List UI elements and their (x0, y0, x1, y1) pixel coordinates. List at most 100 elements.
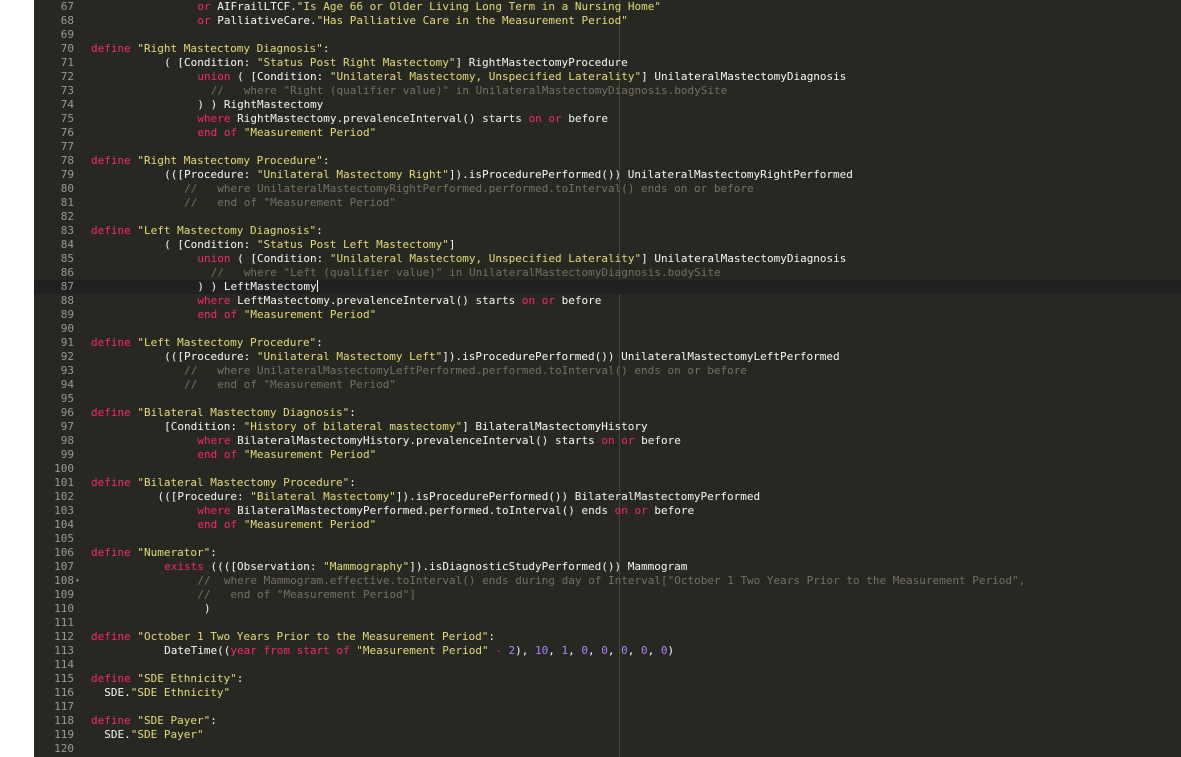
code-text[interactable]: define "Left Mastectomy Diagnosis": (91, 224, 323, 238)
code-line[interactable]: 67 or AIFrailLTCF."Is Age 66 or Older Liv… (34, 0, 1181, 14)
code-text[interactable]: end of "Measurement Period" (197, 126, 376, 140)
code-text[interactable]: // where UnilateralMastectomyRightPerfor… (184, 182, 754, 196)
code-line[interactable]: 108 ▾ // where Mammogram.effective.toInter… (34, 574, 1181, 588)
code-line[interactable]: 97 [Condition: "History of bilateral mast… (34, 420, 1181, 434)
code-text[interactable]: ) ) RightMastectomy (197, 98, 323, 112)
code-text[interactable]: where BilateralMastectomyHistory.prevale… (197, 434, 680, 448)
code-text[interactable]: (([Procedure: "Unilateral Mastectomy Rig… (164, 168, 853, 182)
code-text[interactable]: where LeftMastectomy.prevalenceInterval(… (197, 294, 601, 308)
code-line[interactable]: 100 (34, 462, 1181, 476)
code-text[interactable]: define "Left Mastectomy Procedure": (91, 336, 323, 350)
code-line[interactable]: 113 DateTime((year from start of "Measure… (34, 644, 1181, 658)
code-line[interactable]: 92 (([Procedure: "Unilateral Mastectomy L… (34, 350, 1181, 364)
code-line[interactable]: 87) ) LeftMastectomy (34, 280, 1181, 294)
code-area[interactable]: 67 or AIFrailLTCF."Is Age 66 or Older Liv… (34, 0, 1181, 757)
code-text[interactable]: define "Right Mastectomy Procedure": (91, 154, 329, 168)
code-line[interactable]: 78 define "Right Mastectomy Procedure": (34, 154, 1181, 168)
code-line[interactable]: 120 (34, 742, 1181, 756)
code-text[interactable]: end of "Measurement Period" (197, 518, 376, 532)
code-text[interactable]: // where UnilateralMastectomyLeftPerform… (184, 364, 747, 378)
code-text[interactable]: SDE."SDE Payer" (104, 728, 203, 742)
code-text[interactable]: // end of "Measurement Period"] (197, 588, 416, 602)
code-text[interactable]: define "October 1 Two Years Prior to the… (91, 630, 495, 644)
code-text[interactable]: define "Numerator": (91, 546, 217, 560)
code-text[interactable]: define "Right Mastectomy Diagnosis": (91, 42, 329, 56)
code-text[interactable]: SDE."SDE Ethnicity" (104, 686, 230, 700)
code-text[interactable]: union ( [Condition: "Unilateral Mastecto… (197, 252, 846, 266)
code-line[interactable]: 101 define "Bilateral Mastectomy Procedur… (34, 476, 1181, 490)
code-line[interactable]: 71 ( [Condition: "Status Post Right Maste… (34, 56, 1181, 70)
code-line[interactable]: 77 (34, 140, 1181, 154)
code-text[interactable]: DateTime((year from start of "Measuremen… (164, 644, 674, 658)
code-text[interactable]: define "SDE Payer": (91, 714, 217, 728)
code-line[interactable]: 96 define "Bilateral Mastectomy Diagnosis… (34, 406, 1181, 420)
code-line[interactable]: 94 // end of "Measurement Period" (34, 378, 1181, 392)
code-text[interactable]: // end of "Measurement Period" (184, 378, 396, 392)
code-line[interactable]: 81 // end of "Measurement Period" (34, 196, 1181, 210)
code-text[interactable]: end of "Measurement Period" (197, 308, 376, 322)
code-line[interactable]: 79 (([Procedure: "Unilateral Mastectomy R… (34, 168, 1181, 182)
code-text[interactable]: // where "Left (qualifier value)" in Uni… (211, 266, 721, 280)
code-text[interactable]: or AIFrailLTCF."Is Age 66 or Older Livin… (197, 0, 661, 14)
fold-toggle-icon[interactable]: ▾ (75, 574, 83, 588)
code-line[interactable]: 103 where BilateralMastectomyPerformed.pe… (34, 504, 1181, 518)
code-line[interactable]: 74) ) RightMastectomy (34, 98, 1181, 112)
code-text[interactable]: union ( [Condition: "Unilateral Mastecto… (197, 70, 846, 84)
code-line[interactable]: 99 end of "Measurement Period" (34, 448, 1181, 462)
code-text[interactable]: ( [Condition: "Status Post Left Mastecto… (164, 238, 455, 252)
code-line[interactable]: 89 end of "Measurement Period" (34, 308, 1181, 322)
code-line[interactable]: 105 (34, 532, 1181, 546)
code-text[interactable]: (([Procedure: "Unilateral Mastectomy Lef… (164, 350, 840, 364)
code-line[interactable]: 72 union ( [Condition: "Unilateral Mastec… (34, 70, 1181, 84)
code-line[interactable]: 104 end of "Measurement Period" (34, 518, 1181, 532)
code-text[interactable]: ( [Condition: "Status Post Right Mastect… (164, 56, 628, 70)
code-line[interactable]: 85 union ( [Condition: "Unilateral Mastec… (34, 252, 1181, 266)
code-line[interactable]: 115 define "SDE Ethnicity": (34, 672, 1181, 686)
code-text[interactable]: [Condition: "History of bilateral mastec… (164, 420, 647, 434)
code-text[interactable]: // where Mammogram.effective.toInterval(… (197, 574, 1025, 588)
code-line[interactable]: 109 // end of "Measurement Period"] (34, 588, 1181, 602)
code-text[interactable]: (([Procedure: "Bilateral Mastectomy"]).i… (158, 490, 761, 504)
code-line[interactable]: 116 SDE."SDE Ethnicity" (34, 686, 1181, 700)
code-line[interactable]: 112 define "October 1 Two Years Prior to … (34, 630, 1181, 644)
code-text[interactable]: ) (204, 602, 211, 616)
code-line[interactable]: 106 define "Numerator": (34, 546, 1181, 560)
code-text[interactable]: // end of "Measurement Period" (184, 196, 396, 210)
code-text[interactable]: // where "Right (qualifier value)" in Un… (211, 84, 728, 98)
code-line[interactable]: 110) (34, 602, 1181, 616)
code-line[interactable]: 68 or PalliativeCare."Has Palliative Care… (34, 14, 1181, 28)
code-editor[interactable]: 67 or AIFrailLTCF."Is Age 66 or Older Liv… (0, 0, 1181, 757)
code-text[interactable]: or PalliativeCare."Has Palliative Care i… (197, 14, 627, 28)
code-text[interactable]: where RightMastectomy.prevalenceInterval… (197, 112, 608, 126)
code-text[interactable]: ) ) LeftMastectomy (197, 280, 318, 294)
code-line[interactable]: 90 (34, 322, 1181, 336)
code-text[interactable]: define "SDE Ethnicity": (91, 672, 243, 686)
code-line[interactable]: 114 (34, 658, 1181, 672)
code-line[interactable]: 73 // where "Right (qualifier value)" in … (34, 84, 1181, 98)
code-text[interactable]: end of "Measurement Period" (197, 448, 376, 462)
code-line[interactable]: 69 (34, 28, 1181, 42)
code-line[interactable]: 98 where BilateralMastectomyHistory.preva… (34, 434, 1181, 448)
code-line[interactable]: 76 end of "Measurement Period" (34, 126, 1181, 140)
code-line[interactable]: 84 ( [Condition: "Status Post Left Mastec… (34, 238, 1181, 252)
code-line[interactable]: 70 define "Right Mastectomy Diagnosis": (34, 42, 1181, 56)
code-line[interactable]: 86 // where "Left (qualifier value)" in U… (34, 266, 1181, 280)
code-line[interactable]: 102 (([Procedure: "Bilateral Mastectomy"]… (34, 490, 1181, 504)
code-line[interactable]: 93 // where UnilateralMastectomyLeftPerfo… (34, 364, 1181, 378)
code-line[interactable]: 118 define "SDE Payer": (34, 714, 1181, 728)
code-line[interactable]: 88 where LeftMastectomy.prevalenceInterva… (34, 294, 1181, 308)
code-text[interactable]: where BilateralMastectomyPerformed.perfo… (197, 504, 694, 518)
code-line[interactable]: 119 SDE."SDE Payer" (34, 728, 1181, 742)
code-line[interactable]: 83 define "Left Mastectomy Diagnosis": (34, 224, 1181, 238)
code-line[interactable]: 107 exists ((([Observation: "Mammography"… (34, 560, 1181, 574)
code-text[interactable]: define "Bilateral Mastectomy Diagnosis": (91, 406, 356, 420)
code-line[interactable]: 75 where RightMastectomy.prevalenceInterv… (34, 112, 1181, 126)
code-line[interactable]: 95 (34, 392, 1181, 406)
code-line[interactable]: 111 (34, 616, 1181, 630)
code-line[interactable]: 82 (34, 210, 1181, 224)
code-line[interactable]: 91 define "Left Mastectomy Procedure": (34, 336, 1181, 350)
code-text[interactable]: define "Bilateral Mastectomy Procedure": (91, 476, 356, 490)
code-line[interactable]: 117 (34, 700, 1181, 714)
code-line[interactable]: 80 // where UnilateralMastectomyRightPerf… (34, 182, 1181, 196)
code-text[interactable]: exists ((([Observation: "Mammography"]).… (164, 560, 687, 574)
